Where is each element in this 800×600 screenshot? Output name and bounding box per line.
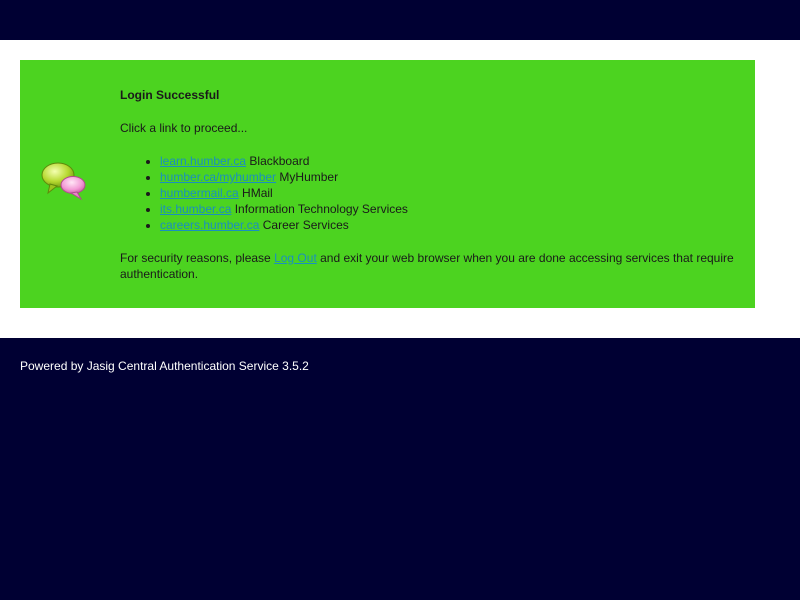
blackboard-link[interactable]: learn.humber.ca [160, 154, 246, 168]
link-description: Career Services [262, 218, 349, 232]
link-description: Information Technology Services [234, 202, 408, 216]
link-description: MyHumber [279, 170, 339, 184]
list-item: humbermail.ca HMail [160, 185, 735, 201]
message-instruction: Click a link to proceed... [120, 121, 248, 135]
myhumber-link[interactable]: humber.ca/myhumber [160, 170, 276, 184]
message-title: Login Successful [120, 88, 220, 102]
list-item: careers.humber.ca Career Services [160, 217, 735, 233]
link-description: HMail [242, 186, 273, 200]
success-message-box: Login Successful Click a link to proceed… [20, 60, 755, 308]
speech-bubbles-icon [41, 162, 86, 201]
footer: Powered by Jasig Central Authentication … [0, 338, 800, 373]
content-area: Login Successful Click a link to proceed… [0, 40, 800, 338]
logout-link[interactable]: Log Out [274, 251, 317, 265]
careers-link[interactable]: careers.humber.ca [160, 218, 259, 232]
security-note-prefix: For security reasons, please [120, 251, 271, 265]
list-item: learn.humber.ca Blackboard [160, 153, 735, 169]
security-note: For security reasons, please Log Out and… [120, 250, 735, 282]
service-link-list: learn.humber.ca Blackboard humber.ca/myh… [120, 153, 735, 233]
list-item: its.humber.ca Information Technology Ser… [160, 201, 735, 217]
its-link[interactable]: its.humber.ca [160, 202, 231, 216]
link-description: Blackboard [249, 154, 310, 168]
footer-text: Powered by Jasig Central Authentication … [20, 359, 309, 373]
list-item: humber.ca/myhumber MyHumber [160, 169, 735, 185]
header-bar [0, 0, 800, 40]
hmail-link[interactable]: humbermail.ca [160, 186, 239, 200]
